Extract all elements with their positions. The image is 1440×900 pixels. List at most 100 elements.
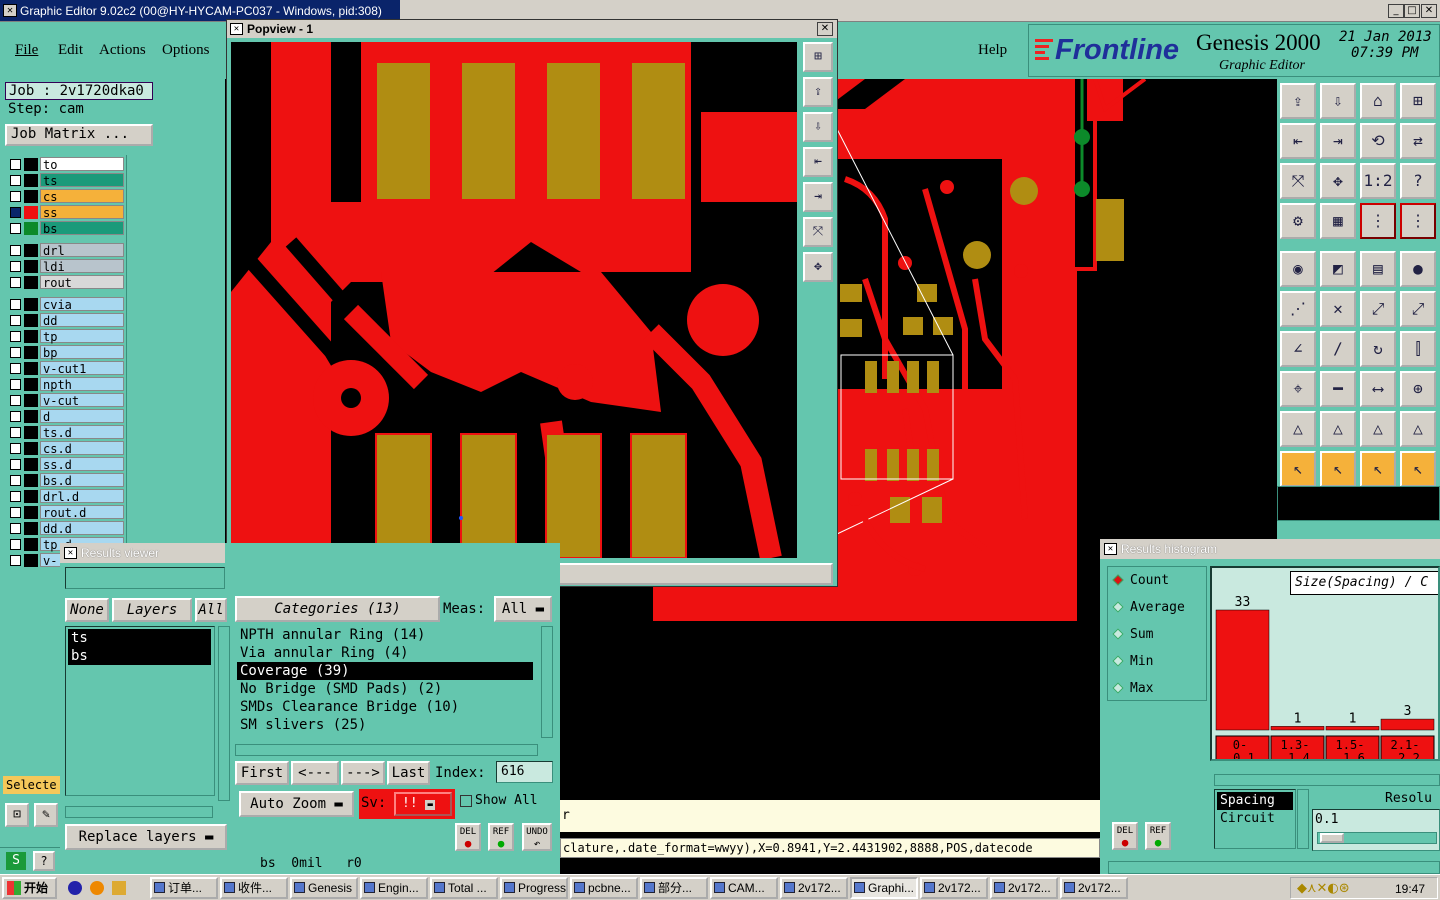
snap-icon[interactable]: ⋮ — [1360, 203, 1396, 239]
sv-dropdown[interactable]: !! ▬ — [394, 792, 452, 816]
command-line[interactable]: clature,.date_format=wwyy),X=0.8941,Y=2.… — [560, 838, 1100, 858]
load-icon[interactable]: ⇪ — [1280, 83, 1316, 119]
type-list[interactable]: Spacing Circuit — [1214, 789, 1296, 849]
layer-checkbox[interactable] — [10, 175, 21, 186]
histogram-bar[interactable] — [1215, 609, 1270, 731]
line-icon[interactable]: ⤢ — [1360, 291, 1396, 327]
taskbar-item[interactable]: 部分... — [640, 877, 708, 899]
histogram-del-button[interactable]: DEL ● — [1112, 822, 1138, 850]
swap-icon[interactable]: ⇄ — [1400, 123, 1436, 159]
pan-icon[interactable]: ✥ — [803, 252, 833, 282]
ref-button[interactable]: REF ● — [488, 823, 514, 851]
mode-radio-icon[interactable] — [1112, 655, 1124, 667]
none-button[interactable]: None — [65, 598, 109, 622]
categories-button[interactable]: Categories (13) — [235, 596, 440, 622]
layer-name[interactable]: cs — [40, 189, 124, 204]
layer-row-v-cut[interactable]: v-cut — [6, 393, 124, 408]
menu-options[interactable]: Options — [162, 42, 210, 59]
layer-checkbox[interactable] — [10, 315, 21, 326]
undo-icon[interactable]: ⟲ — [1360, 123, 1396, 159]
resolution-thumb[interactable] — [1320, 833, 1344, 843]
del-button[interactable]: DEL ● — [455, 823, 481, 851]
taskbar-item[interactable]: 2v172... — [780, 877, 848, 899]
layer-row-cs.d[interactable]: cs.d — [6, 441, 124, 456]
layer-checkbox[interactable] — [10, 427, 21, 438]
pointer-icon[interactable]: ↖ — [1280, 451, 1316, 487]
layer-checkbox[interactable] — [10, 395, 21, 406]
layer-checkbox[interactable] — [10, 523, 21, 534]
layer-checkbox[interactable] — [10, 159, 21, 170]
first-button[interactable]: First — [235, 761, 289, 785]
layer-name[interactable]: drl.d — [40, 489, 124, 504]
next-button[interactable]: ---> — [341, 761, 385, 785]
category-scrollbar[interactable] — [541, 626, 553, 738]
layer-row-dd.d[interactable]: dd.d — [6, 521, 124, 536]
histogram-bar[interactable] — [1270, 726, 1325, 731]
left-icon[interactable]: ⇤ — [1280, 123, 1316, 159]
layer-row-cs[interactable]: cs — [6, 189, 124, 204]
layer-name[interactable]: v-cut — [40, 393, 124, 408]
color-icon[interactable]: ◩ — [1320, 251, 1356, 287]
show-all-checkbox[interactable] — [460, 795, 472, 807]
layer-row-rout[interactable]: rout — [6, 275, 124, 290]
right-icon[interactable]: ⇥ — [803, 182, 833, 212]
layer-result-list[interactable]: ts bs — [65, 626, 215, 796]
browser-icon[interactable] — [90, 881, 104, 895]
undo-button[interactable]: UNDO ↶ — [522, 823, 552, 851]
type-spacing[interactable]: Spacing — [1217, 792, 1293, 810]
pointer2-icon[interactable]: ↖ — [1320, 451, 1356, 487]
layer-row-bs.d[interactable]: bs.d — [6, 473, 124, 488]
taskbar-item[interactable]: Progress — [500, 877, 568, 899]
target-icon[interactable]: ⌖ — [1280, 371, 1316, 407]
start-button[interactable]: 开始 — [2, 877, 57, 899]
edit-icon[interactable]: ⊡ — [5, 803, 29, 827]
layer-name[interactable]: cvia — [40, 297, 124, 312]
category-item[interactable]: SM slivers (25) — [237, 716, 533, 734]
taskbar-item[interactable]: 订单... — [150, 877, 218, 899]
layer-checkbox[interactable] — [10, 207, 21, 218]
pointer3-icon[interactable]: ↖ — [1360, 451, 1396, 487]
taskbar-item[interactable]: Graphi... — [850, 877, 918, 899]
layer-list-hscroll[interactable] — [65, 806, 213, 818]
triangle2-icon[interactable]: △ — [1320, 411, 1356, 447]
home-icon[interactable]: ⌂ — [1360, 83, 1396, 119]
hline-icon[interactable]: ━ — [1320, 371, 1356, 407]
cross-icon[interactable]: ✕ — [1320, 291, 1356, 327]
popview-close-icon[interactable]: ✕ — [817, 22, 833, 36]
fit-icon[interactable]: ⤧ — [803, 217, 833, 247]
layer-checkbox[interactable] — [10, 331, 21, 342]
measure-icon[interactable]: ⟷ — [1360, 371, 1396, 407]
histogram-bar[interactable] — [1325, 726, 1380, 731]
ie-icon[interactable] — [68, 881, 82, 895]
scale-icon[interactable]: 1:2 — [1360, 163, 1396, 199]
resolution-track[interactable] — [1317, 832, 1437, 844]
dot-icon[interactable]: ● — [1400, 251, 1436, 287]
menu-help[interactable]: Help — [978, 42, 1007, 59]
auto-zoom-dropdown[interactable]: Auto Zoom ▬ — [239, 791, 354, 817]
histogram-hscroll[interactable] — [1214, 774, 1440, 786]
prev-button[interactable]: <--- — [291, 761, 339, 785]
layer-row-drl.d[interactable]: drl.d — [6, 489, 124, 504]
category-item[interactable]: SMDs Clearance Bridge (10) — [237, 698, 533, 716]
layer-name[interactable]: rout — [40, 275, 124, 290]
layer-checkbox[interactable] — [10, 261, 21, 272]
settings-icon[interactable]: ⚙ — [1280, 203, 1316, 239]
type-list-scrollbar[interactable] — [1297, 789, 1309, 849]
status-s-icon[interactable]: S — [6, 852, 26, 870]
taskbar-item[interactable]: 收件... — [220, 877, 288, 899]
layer-name[interactable]: dd — [40, 313, 124, 328]
layout-icon[interactable]: ⊞ — [1400, 83, 1436, 119]
category-item[interactable]: Coverage (39) — [237, 662, 533, 680]
taskbar-item[interactable]: 2v172... — [1060, 877, 1128, 899]
layer-row-tp[interactable]: tp — [6, 329, 124, 344]
help-icon[interactable]: ? — [33, 851, 55, 871]
layer-row-cvia[interactable]: cvia — [6, 297, 124, 312]
taskbar-item[interactable]: Genesis — [290, 877, 358, 899]
layer-name[interactable]: rout.d — [40, 505, 124, 520]
category-list[interactable]: NPTH annular Ring (14) Via annular Ring (… — [235, 626, 540, 738]
layer-list-scrollbar[interactable] — [218, 626, 230, 801]
rotate-icon[interactable]: ↻ — [1360, 331, 1396, 367]
mode-radio-icon[interactable] — [1112, 574, 1124, 586]
layer-name[interactable]: d — [40, 409, 124, 424]
layer-row-drl[interactable]: drl — [6, 243, 124, 258]
